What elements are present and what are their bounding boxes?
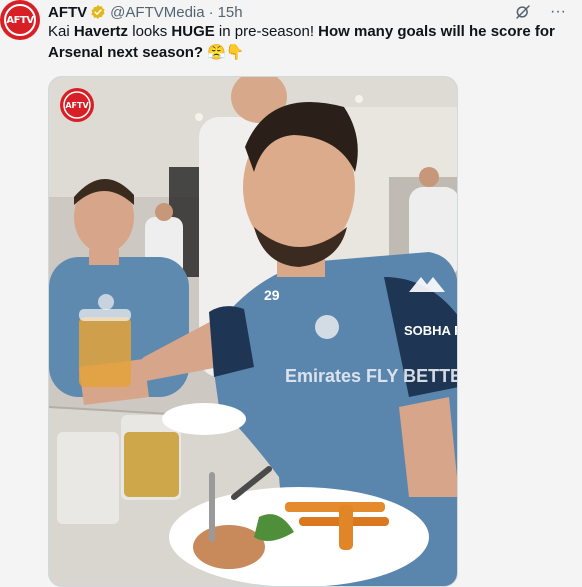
timestamp[interactable]: 15h xyxy=(218,4,243,21)
jersey-sponsor: Emirates FLY BETTER xyxy=(285,366,458,386)
user-handle[interactable]: @AFTVMedia xyxy=(110,4,204,21)
tweet-card[interactable]: AFTV AFTV @AFTVMedia · 15h ··· Kai Haver… xyxy=(0,0,582,587)
avatar-logo: AFTV xyxy=(4,4,36,36)
watermark-logo: AFTV xyxy=(65,101,89,110)
emoji-steam: 😤 xyxy=(207,43,226,61)
sleeve-sponsor: SOBHA REALTY xyxy=(404,323,458,338)
tweet-media-photo[interactable]: 29 Emirates FLY BETTER SOBHA REALTY xyxy=(48,76,458,587)
more-icon[interactable]: ··· xyxy=(550,4,566,20)
separator-dot: · xyxy=(208,3,214,21)
header-actions: ··· xyxy=(514,2,566,22)
tweet-header: AFTV @AFTVMedia · 15h xyxy=(48,2,243,22)
photo-illustration: 29 Emirates FLY BETTER SOBHA REALTY xyxy=(49,77,458,586)
grok-icon[interactable] xyxy=(514,3,532,21)
jersey-number: 29 xyxy=(264,287,280,303)
display-name[interactable]: AFTV xyxy=(48,4,87,21)
tweet-text: Kai Havertz looks HUGE in pre-season! Ho… xyxy=(48,23,555,61)
emoji-point-down: 👇 xyxy=(225,43,245,61)
verified-badge-icon[interactable] xyxy=(90,4,106,20)
avatar[interactable]: AFTV xyxy=(0,0,40,40)
